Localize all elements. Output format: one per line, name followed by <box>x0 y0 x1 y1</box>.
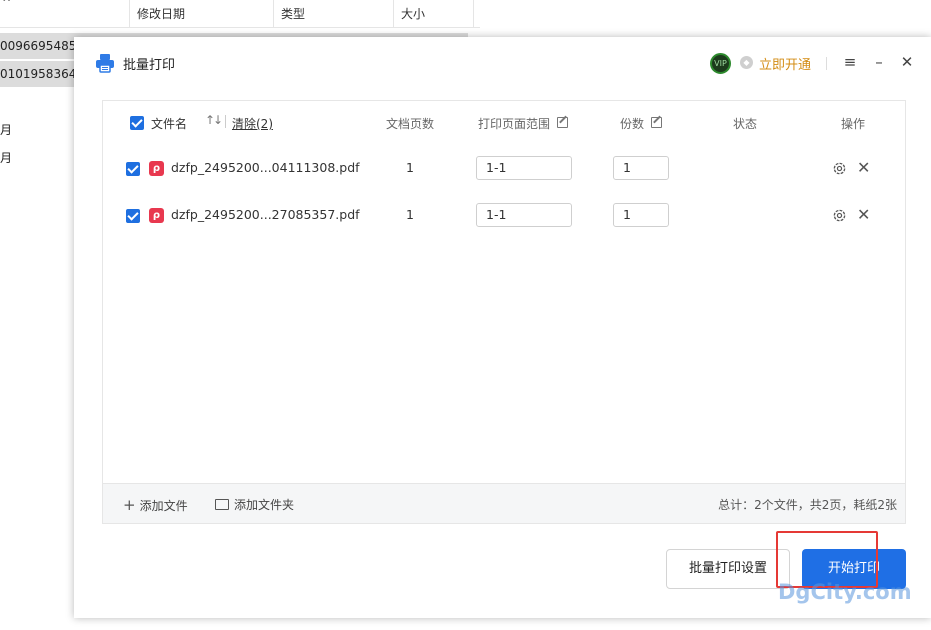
edit-copies-icon[interactable] <box>651 117 662 128</box>
copies-input[interactable]: 1 <box>613 203 669 227</box>
table-row[interactable]: ρ dzfp_2495200...27085357.pdf 1 1-1 1 ✕ <box>103 192 905 238</box>
remove-file-icon[interactable]: ✕ <box>857 160 870 176</box>
header-actions: 操作 <box>841 117 866 131</box>
header-copies: 份数 <box>620 117 645 131</box>
clear-all-link[interactable]: 清除(2) <box>232 115 273 132</box>
vip-coin-icon: ◆ <box>740 56 753 69</box>
gear-icon[interactable] <box>832 208 847 223</box>
panel-footer: + 添加文件 添加文件夹 总计：2个文件，共2页，耗纸2张 <box>103 483 905 523</box>
dialog-title: 批量打印 <box>123 58 176 73</box>
add-file-button[interactable]: + 添加文件 <box>123 496 188 514</box>
batch-print-settings-button[interactable]: 批量打印设置 <box>666 549 790 589</box>
close-button[interactable]: ✕ <box>896 51 918 73</box>
column-type[interactable]: 类型 <box>273 0 393 28</box>
plus-icon: + <box>123 496 136 514</box>
watermark: DgCity.com <box>778 580 912 604</box>
add-folder-label: 添加文件夹 <box>234 498 295 512</box>
remove-file-icon[interactable]: ✕ <box>857 207 870 223</box>
header-pages: 文档页数 <box>386 117 435 131</box>
menu-icon[interactable]: ≡ <box>839 51 861 73</box>
header-divider <box>225 115 226 128</box>
dialog-titlebar[interactable]: 批量打印 VIP ◆ 立即开通 ≡ – ✕ <box>74 37 931 89</box>
copies-input[interactable]: 1 <box>613 156 669 180</box>
page-count: 1 <box>406 207 414 222</box>
column-modified-date[interactable]: 修改日期 <box>129 0 273 28</box>
explorer-date-text: 月 <box>0 151 13 165</box>
batch-print-dialog: 批量打印 VIP ◆ 立即开通 ≡ – ✕ 文件名 ↑↓ 清除(2) 文档页数 … <box>74 37 931 618</box>
file-list-panel: 文件名 ↑↓ 清除(2) 文档页数 打印页面范围 份数 状态 操作 ρ dzfp… <box>102 100 906 524</box>
user-avatar[interactable]: VIP <box>710 53 731 74</box>
header-filename: 文件名 <box>151 117 188 131</box>
pdf-file-icon: ρ <box>149 161 164 176</box>
explorer-date-text: 月 <box>0 123 13 137</box>
add-file-label: 添加文件 <box>139 499 188 513</box>
folder-add-icon <box>215 499 229 510</box>
file-name: dzfp_2495200...27085357.pdf <box>171 207 360 222</box>
row-checkbox[interactable] <box>126 162 140 176</box>
file-name: dzfp_2495200...04111308.pdf <box>171 160 360 175</box>
add-folder-button[interactable]: 添加文件夹 <box>215 496 294 513</box>
summary-text: 总计：2个文件，共2页，耗纸2张 <box>718 498 897 512</box>
column-size[interactable]: 大小 <box>393 0 474 28</box>
edit-range-icon[interactable] <box>557 117 568 128</box>
header-status: 状态 <box>733 117 758 131</box>
header-page-range: 打印页面范围 <box>478 117 551 131</box>
table-header: 文件名 ↑↓ 清除(2) 文档页数 打印页面范围 份数 状态 操作 <box>103 101 905 145</box>
minimize-button[interactable]: – <box>868 51 890 73</box>
table-row[interactable]: ρ dzfp_2495200...04111308.pdf 1 1-1 1 ✕ <box>103 145 905 191</box>
explorer-column-header: ^ 修改日期 类型 大小 <box>0 0 480 28</box>
select-all-checkbox[interactable] <box>130 116 144 130</box>
sort-icon[interactable]: ↑↓ <box>205 113 223 127</box>
titlebar-divider <box>826 57 827 70</box>
collapse-caret-icon[interactable]: ^ <box>2 0 11 9</box>
vip-activate-link[interactable]: 立即开通 <box>759 54 811 73</box>
page-range-input[interactable]: 1-1 <box>476 156 572 180</box>
gear-icon[interactable] <box>832 161 847 176</box>
row-checkbox[interactable] <box>126 209 140 223</box>
printer-icon <box>96 54 114 73</box>
pdf-file-icon: ρ <box>149 208 164 223</box>
page-count: 1 <box>406 160 414 175</box>
page-range-input[interactable]: 1-1 <box>476 203 572 227</box>
